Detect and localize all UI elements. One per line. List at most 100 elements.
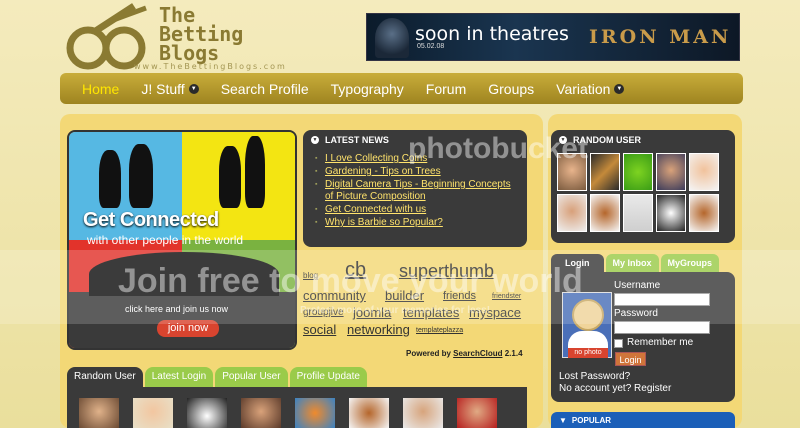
nav-variation-label: Variation [556, 80, 611, 97]
logo-url: www.TheBettingBlogs.com [134, 62, 287, 71]
username-label: Username [614, 280, 661, 291]
people-silhouette-icon [99, 150, 121, 208]
nav-j-stuff[interactable]: J! Stuff ▼ [130, 73, 209, 104]
login-button[interactable]: Login [615, 352, 646, 366]
tag-link[interactable]: myspace [469, 305, 521, 320]
remember-me-checkbox[interactable] [614, 339, 623, 348]
user-thumbnail[interactable] [295, 398, 335, 428]
bullet-arrow-icon: ▼ [559, 136, 567, 144]
nav-forum[interactable]: Forum [415, 73, 477, 104]
user-thumbnail[interactable] [349, 398, 389, 428]
searchcloud-link[interactable]: SearchCloud [453, 349, 502, 358]
site-logo[interactable]: The Betting Blogs www.TheBettingBlogs.co… [64, 0, 364, 74]
tab-profile-update[interactable]: Profile Update [289, 367, 367, 387]
random-user-thumbnail[interactable] [623, 194, 653, 232]
nav-typography-label: Typography [330, 80, 404, 97]
tag-link[interactable]: superthumb [399, 261, 494, 282]
news-link[interactable]: Gardening - Tips on Trees [315, 166, 521, 178]
random-user-thumbnail[interactable] [557, 153, 587, 191]
random-user-thumbnail[interactable] [623, 153, 653, 191]
tab-latest-login[interactable]: Latest Login [144, 367, 214, 387]
banner-date: 05.02.08 [417, 43, 445, 50]
random-user-title: RANDOM USER [573, 135, 642, 145]
random-user-thumbnail[interactable] [689, 194, 719, 232]
tab-popular-user[interactable]: Popular User [215, 367, 288, 387]
tag-link[interactable]: community [303, 288, 366, 303]
tag-link[interactable]: cb [345, 259, 366, 282]
tag-link[interactable]: templates [403, 305, 459, 320]
lost-password-link[interactable]: Lost Password? [559, 371, 630, 382]
user-thumbnail[interactable] [241, 398, 281, 428]
tag-link[interactable]: blog [303, 271, 318, 280]
nav-search-profile-label: Search Profile [220, 80, 309, 97]
nav-search-profile[interactable]: Search Profile [210, 73, 320, 104]
user-tab-body [67, 387, 527, 428]
tab-my-inbox[interactable]: My Inbox [605, 254, 659, 272]
promo-click-text[interactable]: click here and join us now [125, 304, 228, 314]
tag-link[interactable]: social [303, 322, 336, 337]
password-label: Password [614, 308, 658, 319]
tag-link[interactable]: joomla [353, 305, 391, 320]
username-input[interactable] [614, 293, 710, 306]
popular-box-header: ▼ POPULAR [551, 412, 735, 428]
random-user-thumbnail[interactable] [590, 153, 620, 191]
people-silhouette-icon [129, 144, 153, 208]
user-thumbnail[interactable] [187, 398, 227, 428]
join-now-button[interactable]: join now [157, 320, 219, 337]
promo-subtitle: with other people in the world [87, 233, 244, 247]
nav-variation[interactable]: Variation ▼ [545, 73, 635, 104]
register-link[interactable]: No account yet? Register [559, 383, 671, 394]
powered-prefix: Powered by [406, 349, 451, 358]
powered-version: 2.1.4 [504, 349, 523, 358]
tag-link[interactable]: friends [443, 290, 476, 302]
tag-link[interactable]: friendster [492, 293, 521, 300]
nav-home-label: Home [82, 80, 120, 97]
user-thumbnail[interactable] [133, 398, 173, 428]
news-link[interactable]: Why is Barbie so Popular? [315, 217, 521, 229]
people-silhouette-icon [245, 136, 265, 208]
banner-figure-image [375, 18, 409, 58]
tag-link[interactable]: groupjive [303, 307, 344, 318]
random-user-grid [557, 153, 719, 232]
no-photo-label: no photo [568, 348, 608, 358]
random-user-thumbnail[interactable] [656, 153, 686, 191]
tab-my-groups[interactable]: MyGroups [660, 254, 720, 272]
powered-by: Powered by SearchCloud 2.1.4 [406, 349, 523, 358]
banner-brand: IRON MAN [589, 26, 732, 48]
random-user-thumbnail[interactable] [689, 153, 719, 191]
nav-groups-label: Groups [488, 80, 535, 97]
user-thumbnail[interactable] [457, 398, 497, 428]
user-thumbnail[interactable] [79, 398, 119, 428]
nav-typography[interactable]: Typography [320, 73, 415, 104]
password-input[interactable] [614, 321, 710, 334]
tab-login[interactable]: Login [551, 254, 604, 272]
random-user-header: ▼ RANDOM USER [551, 130, 735, 150]
nav-home[interactable]: Home [71, 73, 130, 104]
promo-title: Get Connected [83, 209, 219, 231]
nav-groups[interactable]: Groups [477, 73, 545, 104]
get-connected-promo[interactable]: Get Connected with other people in the w… [67, 130, 297, 350]
news-link[interactable]: Digital Camera Tips - Beginning Concepts… [315, 179, 521, 203]
main-nav: Home J! Stuff ▼ Search Profile Typography… [60, 73, 743, 104]
latest-news-box: ▼ LATEST NEWS I Love Collecting Coins Ga… [303, 130, 527, 247]
bullet-arrow-icon: ▼ [311, 136, 319, 144]
latest-news-title: LATEST NEWS [325, 135, 389, 145]
ad-banner[interactable]: soon in theatres 05.02.08 IRON MAN [366, 13, 740, 61]
random-user-thumbnail[interactable] [656, 194, 686, 232]
tab-random-user[interactable]: Random User [67, 367, 143, 387]
random-user-box: ▼ RANDOM USER [551, 130, 735, 243]
tag-link[interactable]: builder [385, 288, 424, 303]
nav-j-stuff-label: J! Stuff [141, 80, 185, 97]
user-tabs: Random User Latest Login Popular User Pr… [67, 367, 367, 387]
people-silhouette-icon [219, 146, 241, 208]
random-user-thumbnail[interactable] [590, 194, 620, 232]
random-user-thumbnail[interactable] [557, 194, 587, 232]
logo-line-3: Blogs [159, 41, 220, 65]
tag-link[interactable]: networking [347, 322, 410, 337]
user-thumbnail[interactable] [403, 398, 443, 428]
news-link[interactable]: Get Connected with us [315, 204, 521, 216]
news-link[interactable]: I Love Collecting Coins [315, 153, 521, 165]
login-tabs: Login My Inbox MyGroups [551, 254, 720, 272]
popular-title: POPULAR [571, 415, 612, 425]
tag-link[interactable]: templateplazza [416, 327, 463, 334]
